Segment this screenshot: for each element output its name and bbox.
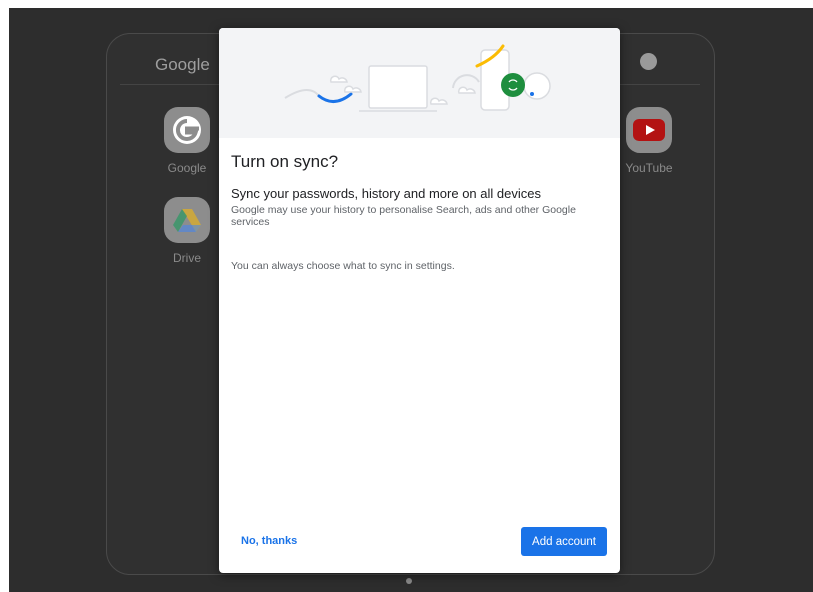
- google-icon: [164, 107, 210, 153]
- no-thanks-button[interactable]: No, thanks: [231, 527, 307, 555]
- page-indicator-dot: [406, 578, 412, 584]
- dialog-description: Google may use your history to personali…: [231, 204, 576, 228]
- add-account-button[interactable]: Add account: [521, 527, 607, 556]
- folder-title[interactable]: Google: [155, 55, 210, 75]
- dialog-title: Turn on sync?: [231, 152, 339, 171]
- app-label: YouTube: [625, 161, 673, 175]
- youtube-icon: [626, 107, 672, 153]
- app-google[interactable]: Google: [157, 107, 217, 175]
- dialog-settings-note: You can always choose what to sync in se…: [231, 260, 455, 272]
- app-drive[interactable]: Drive: [157, 197, 217, 265]
- app-label: Drive: [172, 251, 201, 265]
- sync-dialog: Turn on sync? Sync your passwords, histo…: [219, 28, 620, 573]
- app-label: Google: [167, 161, 207, 175]
- dialog-subtitle: Sync your passwords, history and more on…: [231, 186, 541, 201]
- app-youtube[interactable]: YouTube: [619, 107, 679, 175]
- sync-illustration: [219, 28, 620, 138]
- folder-indicator-dot: [640, 53, 657, 70]
- drive-icon: [164, 197, 210, 243]
